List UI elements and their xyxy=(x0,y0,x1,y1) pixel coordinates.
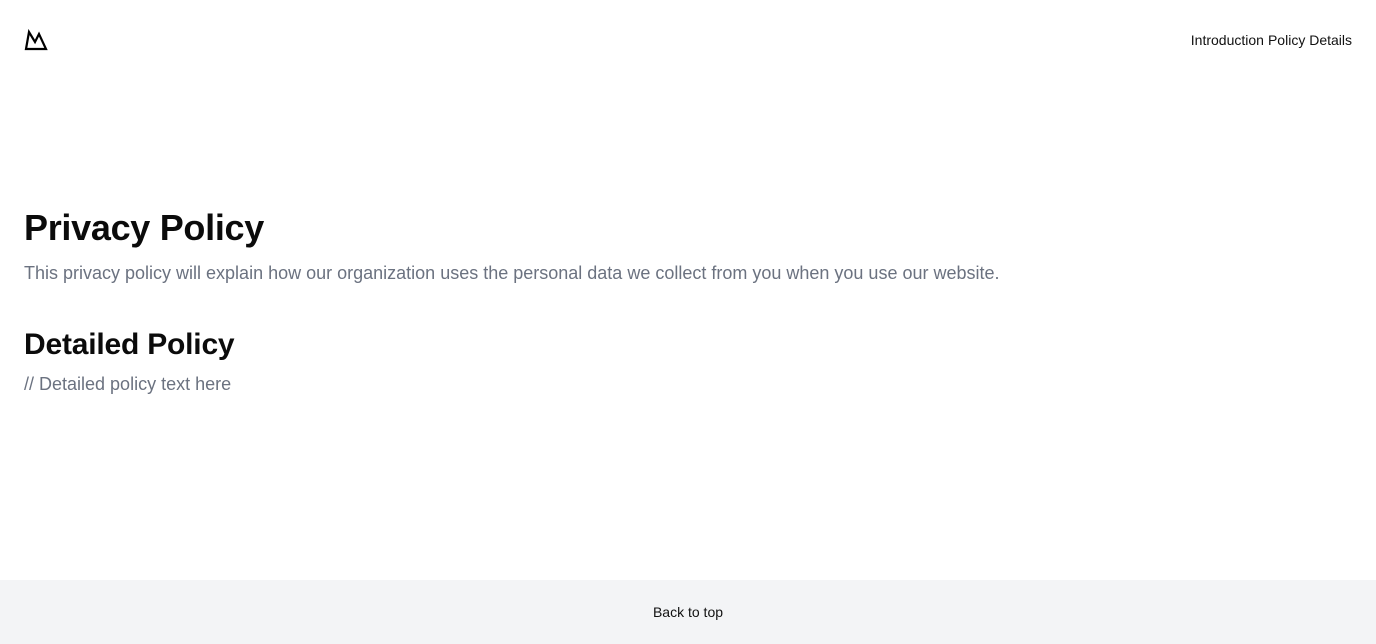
site-header: Introduction Policy Details xyxy=(0,0,1376,80)
nav-link-introduction[interactable]: Introduction xyxy=(1191,32,1264,48)
site-footer: Back to top xyxy=(0,580,1376,644)
nav-link-policy-details[interactable]: Policy Details xyxy=(1268,32,1352,48)
top-nav: Introduction Policy Details xyxy=(1191,31,1352,49)
section-text: // Detailed policy text here xyxy=(24,374,232,394)
page-title: Privacy Policy xyxy=(24,207,264,248)
intro-paragraph: This privacy policy will explain how our… xyxy=(24,263,1000,283)
mountain-logo-icon[interactable] xyxy=(24,29,48,51)
back-to-top-link[interactable]: Back to top xyxy=(653,603,723,621)
section-title: Detailed Policy xyxy=(24,328,235,361)
page: Introduction Policy Details Privacy Polic… xyxy=(0,0,1376,644)
main-content: Privacy Policy This privacy policy will … xyxy=(24,205,1324,398)
